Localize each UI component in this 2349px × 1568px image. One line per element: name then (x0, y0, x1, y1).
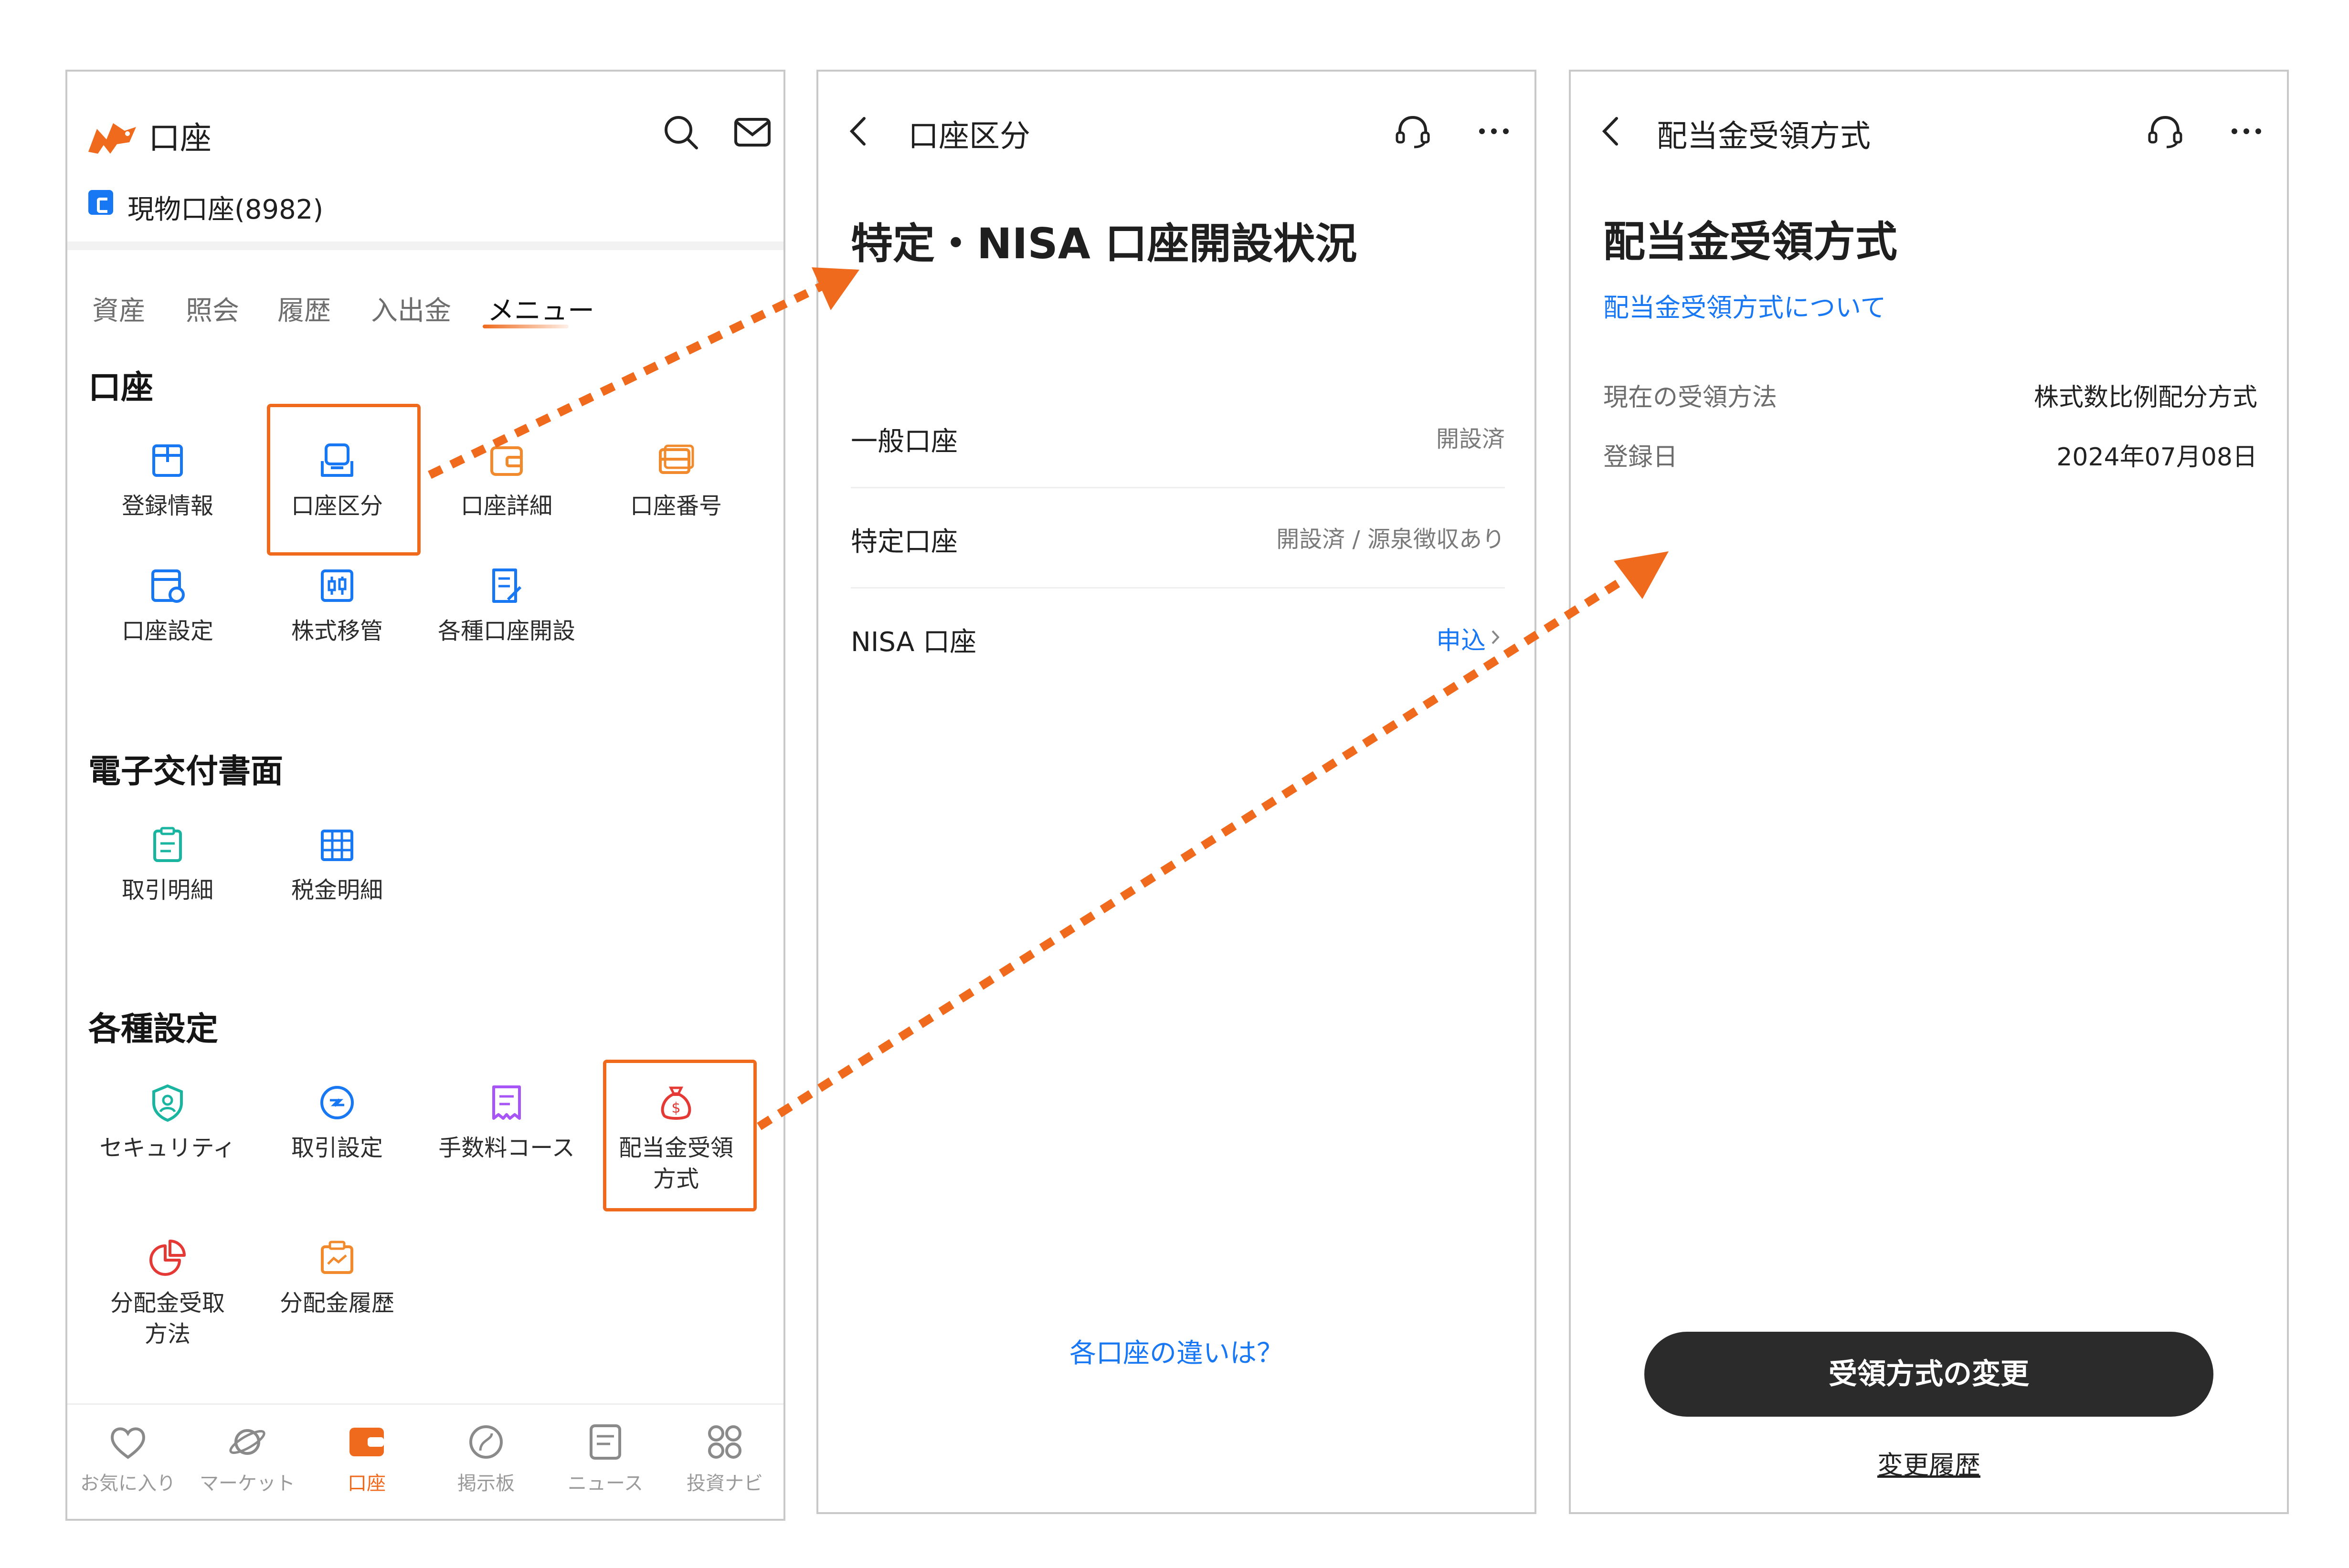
account-wallet-icon (88, 190, 113, 215)
dividend-method-screen: 配当金受領方式 配当金受領方式 配当金受領方式について 現在の受領方法 株式数比… (1569, 70, 2289, 1514)
row-general-account: 一般口座 開設済 (851, 387, 1505, 488)
menu-item-distribution-method[interactable]: 分配金受取 方法 (86, 1236, 249, 1350)
tab-history[interactable]: 履歴 (277, 289, 331, 328)
divider (67, 242, 783, 250)
board-icon (469, 1425, 503, 1459)
menu-item-distribution-history[interactable]: 分配金履歴 (256, 1236, 418, 1319)
menu-item-open-accounts[interactable]: 各種口座開設 (425, 564, 588, 647)
bull-logo-icon (88, 123, 136, 154)
wallet-icon (349, 1428, 384, 1456)
section-title-account: 口座 (88, 369, 154, 407)
menu-item-trade-settings[interactable]: 取引設定 (256, 1081, 418, 1164)
menu-item-account-details[interactable]: 口座詳細 (425, 439, 588, 522)
receipt-icon (492, 1085, 521, 1120)
more-icon[interactable] (1472, 110, 1515, 153)
tab-menu[interactable]: メニュー (487, 289, 594, 328)
tab-deposit[interactable]: 入出金 (371, 289, 451, 328)
row-nisa-account: NISA 口座 申込 (851, 587, 1505, 687)
stock-transfer-icon (321, 569, 353, 602)
planet-icon (229, 1429, 265, 1455)
account-settings-icon (151, 569, 185, 603)
chevron-right-icon (1492, 630, 1500, 644)
section-title-settings: 各種設定 (88, 1010, 219, 1048)
heart-icon (111, 1427, 145, 1459)
trade-settings-icon (320, 1086, 354, 1119)
change-history-link[interactable]: 変更履歴 (1571, 1444, 2287, 1482)
mail-icon[interactable] (731, 111, 774, 154)
menu-item-account-settings[interactable]: 口座設定 (86, 564, 249, 647)
security-shield-icon (152, 1084, 183, 1122)
nisa-apply-link[interactable]: 申込 (1436, 621, 1486, 656)
back-chevron-icon[interactable] (1590, 110, 1633, 153)
back-chevron-icon[interactable] (837, 110, 880, 153)
nav-title: 口座区分 (908, 119, 1030, 154)
menu-item-registration[interactable]: 登録情報 (86, 439, 249, 522)
menu-item-fee-course[interactable]: 手数料コース (425, 1081, 588, 1164)
highlight-dividend-method (603, 1060, 757, 1211)
registration-icon (152, 444, 183, 477)
account-selector[interactable]: 現物口座(8982) (127, 188, 323, 227)
menu-item-account-number[interactable]: 口座番号 (595, 439, 757, 522)
nav-favorites[interactable]: お気に入り (68, 1419, 188, 1495)
table-icon (321, 830, 353, 861)
account-type-screen: 口座区分 特定・NISA 口座開設状況 一般口座 開設済 特定口座 開設済 / … (816, 70, 1536, 1514)
tab-assets[interactable]: 資産 (92, 289, 146, 328)
menu-item-tax-statement[interactable]: 税金明細 (256, 823, 418, 906)
nav-invest-navi[interactable]: 投資ナビ (665, 1419, 783, 1495)
document-edit-icon (492, 568, 522, 603)
clipboard-icon (153, 827, 182, 862)
nav-board[interactable]: 掲示板 (426, 1419, 546, 1495)
page-title: 配当金受領方式 (1603, 217, 1898, 266)
nav-title: 配当金受領方式 (1657, 119, 1871, 154)
nav-news[interactable]: ニュース (546, 1419, 665, 1495)
bottom-navigation: お気に入り マーケット 口座 掲示板 ニュース 投資ナビ (67, 1403, 783, 1519)
menu-item-stock-transfer[interactable]: 株式移管 (256, 564, 418, 647)
about-dividend-method-link[interactable]: 配当金受領方式について (1603, 286, 1886, 324)
page-title: 口座 (148, 120, 212, 157)
row-specific-account: 特定口座 開設済 / 源泉徴収あり (851, 487, 1505, 589)
headset-icon[interactable] (2144, 110, 2187, 153)
nav-account[interactable]: 口座 (307, 1419, 426, 1495)
wallet-icon (490, 446, 523, 476)
menu-item-security[interactable]: セキュリティ (86, 1081, 249, 1164)
account-difference-link[interactable]: 各口座の違いは？ (818, 1332, 1534, 1370)
section-title-e-documents: 電子交付書面 (88, 753, 284, 790)
search-icon[interactable] (659, 111, 702, 154)
account-menu-screen: 口座 現物口座(8982) 資産 照会 履歴 入出金 メニュー 口座 登録情報 … (65, 70, 785, 1521)
nav-market[interactable]: マーケット (188, 1419, 307, 1495)
highlight-account-type (267, 404, 421, 556)
news-icon (590, 1424, 621, 1460)
active-tab-indicator (483, 325, 569, 328)
card-icon (659, 444, 694, 474)
grid-icon (708, 1425, 741, 1459)
change-method-button[interactable]: 受領方式の変更 (1644, 1332, 2213, 1417)
page-title: 特定・NISA 口座開設状況 (851, 219, 1357, 268)
history-chart-icon (321, 1241, 353, 1274)
more-icon[interactable] (2225, 110, 2268, 153)
headset-icon[interactable] (1391, 110, 1434, 153)
menu-item-trade-statement[interactable]: 取引明細 (86, 823, 249, 906)
pie-chart-icon (149, 1240, 186, 1276)
tab-inquiry[interactable]: 照会 (186, 289, 239, 328)
